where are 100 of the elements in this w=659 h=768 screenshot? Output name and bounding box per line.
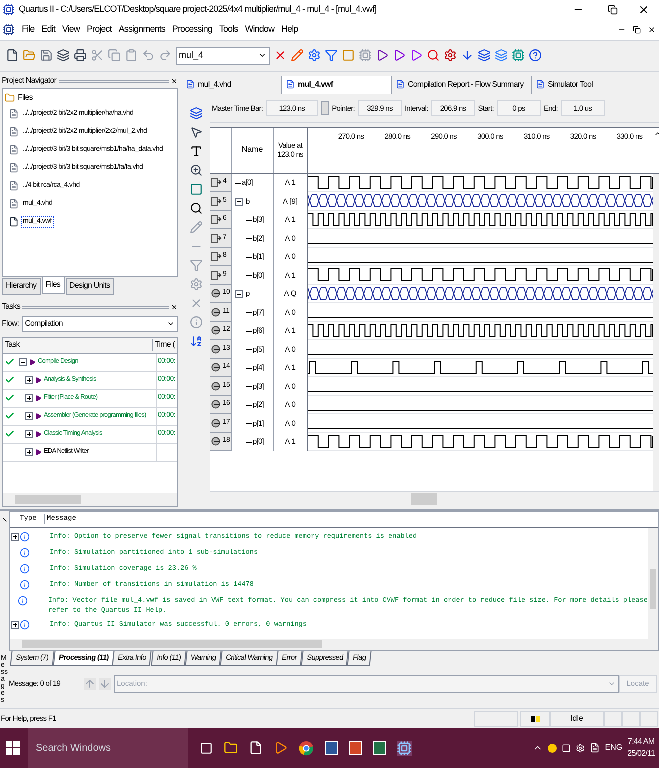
document-icon [396, 80, 405, 90]
play-icon[interactable] [376, 49, 389, 62]
expand-icon[interactable] [11, 620, 19, 629]
stack-icon[interactable] [57, 49, 70, 62]
language-indicator[interactable]: ENG [605, 742, 623, 754]
spreadsheet-icon[interactable] [373, 741, 386, 755]
text-tool-icon[interactable] [190, 144, 202, 158]
panel-title: Project Navigator [2, 75, 57, 88]
menu-item[interactable]: Window [245, 23, 275, 37]
pencil-icon[interactable] [291, 49, 304, 62]
collapse-icon[interactable] [19, 358, 27, 366]
vhdl-file-icon [9, 108, 19, 119]
panel-tab[interactable]: Design Units [66, 278, 114, 295]
panel-tab[interactable]: Hierarchy [2, 278, 41, 295]
filter-icon[interactable] [325, 49, 338, 62]
check-icon [5, 357, 15, 368]
menu-item[interactable]: Help [282, 23, 298, 37]
output-pin-icon [211, 344, 222, 354]
stack-icon[interactable] [478, 49, 491, 62]
square-icon[interactable] [342, 49, 355, 62]
expand-icon[interactable] [25, 412, 33, 420]
status-pane [604, 710, 622, 727]
menu-item[interactable]: Assignments [118, 23, 166, 37]
horizontal-scrollbar[interactable] [10, 638, 658, 650]
gear-icon[interactable] [308, 49, 321, 62]
flow-select[interactable]: Compilation [22, 316, 178, 332]
column-header[interactable]: Time ( [153, 339, 177, 352]
sort-icon[interactable] [190, 334, 202, 348]
gear-icon[interactable] [444, 49, 457, 62]
expand-icon[interactable] [25, 376, 33, 384]
vhdl-file-icon [9, 126, 19, 137]
close-icon[interactable] [638, 4, 650, 16]
menu-item[interactable]: Project [86, 23, 112, 37]
file-icon [9, 216, 19, 227]
expand-icon[interactable] [11, 532, 19, 541]
expand-icon[interactable] [25, 448, 33, 456]
expand-icon[interactable] [25, 394, 33, 402]
app-icon [3, 4, 15, 16]
search-icon[interactable] [190, 202, 202, 215]
presentation-icon[interactable] [349, 741, 362, 755]
vertical-scrollbar[interactable] [648, 528, 658, 639]
network-icon[interactable] [576, 744, 586, 752]
close-icon[interactable] [2, 516, 8, 523]
search-field[interactable]: Search Windows [28, 728, 188, 768]
clock-date[interactable]: 25/02/11 [628, 748, 655, 760]
play-icon[interactable] [410, 49, 423, 62]
window-title: Quartus II - C:/Users/ELCOT/Desktop/square project-2025/4x4 multiplier/mul_4 - mul_4 - [mul_4.vwf] [19, 3, 378, 16]
menu-item[interactable]: View [62, 23, 80, 37]
status-state: Idle [550, 710, 604, 727]
collapse-icon[interactable] [235, 198, 243, 206]
word-icon[interactable] [325, 741, 338, 755]
print-icon[interactable] [74, 49, 87, 62]
close-icon[interactable] [648, 26, 656, 34]
square-icon[interactable] [190, 182, 202, 196]
play-icon[interactable] [393, 49, 406, 62]
close-icon[interactable] [171, 78, 178, 85]
output-pin-icon [211, 400, 222, 410]
store-icon[interactable] [249, 741, 263, 755]
menu-item[interactable]: File [22, 23, 35, 37]
restore-icon[interactable] [633, 26, 641, 34]
panel-tab[interactable]: Files [42, 276, 65, 294]
flow-label: Flow: [2, 318, 20, 330]
scrollbar-thumb[interactable] [15, 494, 81, 504]
document-icon [536, 80, 545, 90]
cross-icon[interactable] [274, 49, 287, 62]
document-tab[interactable]: mul_4.vwf [282, 76, 392, 94]
new-file-icon[interactable] [6, 49, 19, 62]
menu-item[interactable]: Tools [219, 23, 238, 37]
info-icon [20, 620, 30, 630]
expand-icon[interactable] [25, 430, 33, 438]
output-pin-icon [211, 308, 222, 317]
play-icon [35, 430, 42, 438]
restore-icon[interactable] [608, 4, 618, 15]
pointer-icon[interactable] [190, 126, 202, 139]
app-icon[interactable] [397, 740, 412, 756]
column-header[interactable]: Task [3, 339, 154, 352]
stack-icon[interactable] [190, 106, 202, 120]
browser-icon[interactable] [299, 740, 314, 756]
battery-icon[interactable] [562, 744, 572, 752]
zoom-icon[interactable] [190, 164, 202, 177]
collapse-icon[interactable] [235, 290, 243, 298]
output-pin-icon [211, 289, 222, 298]
menu-item[interactable]: Edit [42, 23, 56, 37]
close-icon[interactable] [171, 304, 178, 311]
tree-item[interactable]: Files [18, 92, 33, 104]
check-icon [5, 411, 15, 422]
status-pane [474, 710, 518, 727]
arrow-down-icon[interactable] [461, 49, 474, 62]
notification-icon[interactable] [590, 743, 600, 753]
folder-icon[interactable] [224, 741, 238, 755]
chip-icon[interactable] [512, 49, 525, 62]
media-player-icon[interactable] [274, 741, 288, 755]
task-view-icon[interactable] [200, 742, 213, 754]
play-icon [35, 412, 42, 420]
clock-time[interactable]: 7:44 AM [628, 736, 655, 748]
windows-logo-icon[interactable] [6, 741, 20, 755]
save-icon[interactable] [40, 49, 53, 62]
menu-item[interactable]: Processing [172, 23, 212, 37]
project-select[interactable]: mul_4 [176, 46, 270, 65]
help-icon[interactable] [529, 49, 542, 62]
